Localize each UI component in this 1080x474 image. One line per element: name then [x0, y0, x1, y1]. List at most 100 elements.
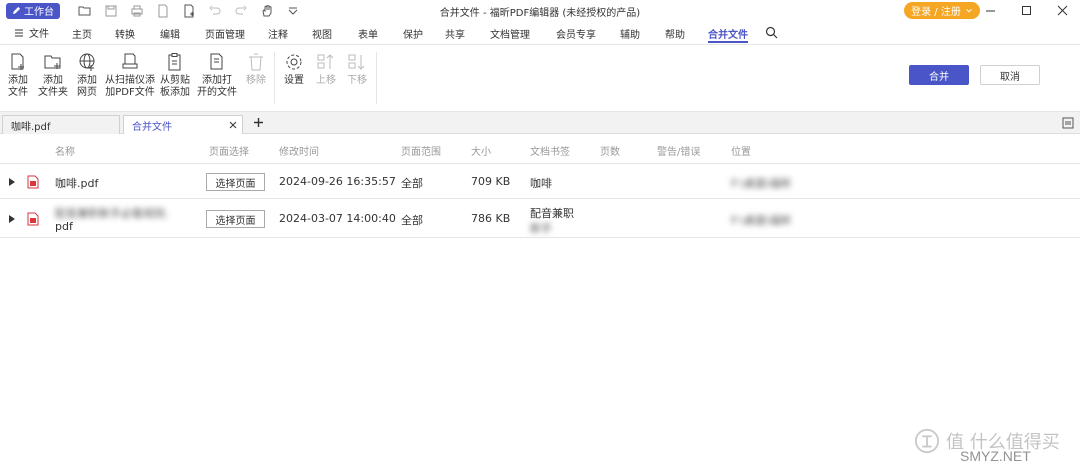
table-row[interactable]: 配音兼职新手必看规则. pdf 选择页面 2024-03-07 14:00:40…	[0, 200, 1080, 238]
print-icon[interactable]	[130, 4, 144, 18]
add-webpage-button[interactable]: 添加 网页	[77, 52, 97, 99]
watermark-logo-icon	[914, 428, 940, 454]
menu-item[interactable]: 页面管理	[205, 21, 245, 45]
menu-item[interactable]: 会员专享	[556, 21, 596, 45]
file-location: F:\桌面\福昕	[731, 177, 792, 190]
modified-time: 2024-09-26 16:35:57	[279, 175, 396, 188]
header-modified[interactable]: 修改时间	[279, 143, 319, 158]
ribbon-separator	[376, 52, 377, 104]
add-document-icon[interactable]	[182, 4, 196, 18]
window-controls	[972, 0, 1080, 21]
select-pages-button[interactable]: 选择页面	[206, 173, 265, 191]
header-warnings[interactable]: 警告/错误	[657, 143, 700, 158]
menu-bar: 文件 主页 转换 编辑 页面管理 注释 视图 表单 保护 共享 文档管理 会员专享 辅助 帮助 合并文件	[0, 21, 1080, 45]
expand-arrow-icon[interactable]	[9, 178, 15, 186]
quick-access-toolbar	[78, 4, 300, 18]
menu-item[interactable]: 合并文件	[708, 21, 748, 45]
minimize-button[interactable]	[972, 0, 1008, 21]
globe-icon	[79, 53, 95, 71]
close-icon[interactable]	[228, 120, 238, 130]
cancel-button[interactable]: 取消	[980, 65, 1040, 85]
search-icon[interactable]	[765, 26, 778, 39]
add-file-icon	[11, 53, 24, 70]
ribbon-toolbar: 添加 文件 添加 文件夹 添加 网页 从扫描仪添 加PDF文件 从剪贴 板添加 …	[0, 46, 1080, 112]
add-open-files-button[interactable]: 添加打 开的文件	[197, 52, 237, 99]
file-table-header: 名称 页面选择 修改时间 页面范围 大小 文档书签 页数 警告/错误 位置	[0, 134, 1080, 164]
settings-button[interactable]: 设置	[284, 52, 304, 87]
file-name-line-2: pdf	[55, 220, 73, 233]
file-size: 786 KB	[471, 212, 511, 225]
customize-dropdown-icon[interactable]	[286, 4, 300, 18]
add-folder-label-2: 文件夹	[38, 87, 68, 98]
menu-file[interactable]: 文件	[14, 25, 49, 40]
gear-icon	[286, 54, 302, 70]
header-location[interactable]: 位置	[731, 143, 751, 158]
menu-item[interactable]: 文档管理	[490, 21, 530, 45]
pdf-file-icon	[27, 212, 39, 226]
hamburger-icon	[15, 29, 23, 36]
add-from-scanner-button[interactable]: 从扫描仪添 加PDF文件	[105, 52, 155, 99]
header-bookmark[interactable]: 文档书签	[530, 143, 570, 158]
menu-item[interactable]: 主页	[72, 21, 92, 45]
move-down-button[interactable]: 下移	[347, 52, 367, 87]
document-tab-bar: 咖啡.pdf 合并文件	[0, 112, 1080, 134]
file-name: 咖啡.pdf	[55, 177, 99, 190]
header-page-select[interactable]: 页面选择	[209, 143, 249, 158]
menu-item[interactable]: 共享	[445, 21, 465, 45]
workbench-button[interactable]: 工作台	[6, 2, 60, 19]
add-from-clipboard-button[interactable]: 从剪贴 板添加	[160, 52, 190, 99]
bookmark-line-2: 新手	[530, 222, 552, 235]
add-webpage-label-1: 添加	[77, 75, 97, 86]
menu-item[interactable]: 注释	[268, 21, 288, 45]
remove-button[interactable]: 移除	[246, 52, 266, 87]
open-folder-icon[interactable]	[78, 4, 92, 18]
undo-icon[interactable]	[208, 4, 222, 18]
menu-item[interactable]: 辅助	[620, 21, 640, 45]
add-folder-icon	[44, 55, 61, 69]
menu-item[interactable]: 视图	[312, 21, 332, 45]
menu-item[interactable]: 保护	[403, 21, 423, 45]
maximize-button[interactable]	[1008, 0, 1044, 21]
header-range[interactable]: 页面范围	[401, 143, 441, 158]
ribbon-separator	[274, 52, 275, 104]
maximize-icon	[1021, 6, 1031, 15]
login-label: 登录 / 注册	[911, 7, 961, 18]
menu-item[interactable]: 编辑	[160, 21, 180, 45]
tab-coffee-pdf[interactable]: 咖啡.pdf	[2, 115, 120, 134]
table-row[interactable]: 咖啡.pdf 选择页面 2024-09-26 16:35:57 全部 709 K…	[0, 165, 1080, 199]
header-pages[interactable]: 页数	[600, 143, 620, 158]
expand-arrow-icon[interactable]	[9, 215, 15, 223]
move-up-button[interactable]: 上移	[316, 52, 336, 87]
close-button[interactable]	[1044, 0, 1080, 21]
tab-merge-files[interactable]: 合并文件	[123, 115, 243, 134]
open-files-icon	[210, 53, 223, 70]
merge-button[interactable]: 合并	[909, 65, 969, 85]
bookmark-line-1: 配音兼职	[530, 207, 574, 220]
save-icon[interactable]	[104, 4, 118, 18]
tab-list-icon[interactable]	[1062, 117, 1074, 129]
move-down-icon	[348, 54, 365, 70]
select-pages-button[interactable]: 选择页面	[206, 210, 265, 228]
pen-icon	[12, 6, 21, 15]
file-size: 709 KB	[471, 175, 511, 188]
login-register-button[interactable]: 登录 / 注册	[904, 2, 980, 19]
file-name-line-1: 配音兼职新手必看规则.	[55, 207, 169, 220]
menu-item[interactable]: 帮助	[665, 21, 685, 45]
header-name[interactable]: 名称	[55, 143, 75, 158]
close-icon	[1057, 5, 1067, 16]
add-folder-button[interactable]: 添加 文件夹	[38, 52, 68, 99]
new-document-icon[interactable]	[156, 4, 170, 18]
clipboard-icon	[168, 53, 181, 71]
file-location: F:\桌面\福昕	[731, 214, 792, 227]
hand-tool-icon[interactable]	[260, 4, 274, 18]
redo-icon[interactable]	[234, 4, 248, 18]
plus-icon[interactable]	[252, 116, 265, 129]
page-range[interactable]: 全部	[401, 212, 423, 228]
add-file-label-2: 文件	[8, 87, 28, 98]
menu-item[interactable]: 转换	[115, 21, 135, 45]
header-size[interactable]: 大小	[471, 143, 491, 158]
add-open-files-label-1: 添加打	[202, 75, 232, 86]
add-file-button[interactable]: 添加 文件	[8, 52, 28, 99]
menu-item[interactable]: 表单	[358, 21, 378, 45]
page-range[interactable]: 全部	[401, 175, 423, 191]
